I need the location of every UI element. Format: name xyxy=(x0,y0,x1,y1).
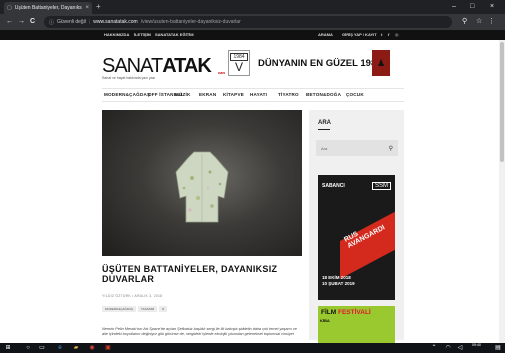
search-icon[interactable]: ⚲ xyxy=(389,145,393,152)
reload-button[interactable]: C xyxy=(30,16,35,28)
exhibition-banner[interactable]: SABANCI SSM RUS AVANGARDI 18 EKİM 2018 10 … xyxy=(318,175,395,300)
search-icon[interactable]: ○ xyxy=(24,344,32,352)
article-title: ÜŞÜTEN BATTANİYELER, DAYANIKSIZ DUVARLAR xyxy=(102,264,278,284)
link-education[interactable]: SANATATAK EĞİTİM xyxy=(155,32,194,38)
star-icon[interactable]: ☆ xyxy=(476,16,482,28)
volume-icon[interactable]: ◁ xyxy=(456,344,464,352)
wifi-icon[interactable]: ◠ xyxy=(444,344,452,352)
site-search-link[interactable]: ARAMA xyxy=(318,32,333,38)
museum-logo: SSM xyxy=(371,182,391,190)
nav-ekran[interactable]: EKRAN xyxy=(199,92,216,98)
address-bar[interactable]: ⓘ Güvenli değil | www.sanatatak.com/view… xyxy=(44,16,452,28)
nav-muzik[interactable]: MÜZİK xyxy=(175,92,191,98)
security-label: Güvenli değil xyxy=(57,19,86,25)
search-icon[interactable]: ⚲ xyxy=(462,16,467,28)
link-contact[interactable]: İLETİŞİM xyxy=(134,32,151,38)
twitter-icon[interactable]: t xyxy=(381,32,382,38)
nav-beton-doga[interactable]: BETON&DOĞA xyxy=(306,92,341,98)
instagram-icon[interactable]: ◎ xyxy=(395,32,399,38)
taskbar-clock[interactable]: 09:40 xyxy=(472,343,481,348)
nav-kitap[interactable]: KİTAPVE xyxy=(223,92,244,98)
article-byline[interactable]: YILDIZ ÖZTÜRK • ARALIK 3, 2018 xyxy=(102,294,162,298)
jacket-artwork xyxy=(175,151,229,223)
nav-tiyatro[interactable]: TİYATRO xyxy=(278,92,299,98)
festival-side-label: KİBA xyxy=(320,318,330,323)
book-cover-icon[interactable]: ♟ xyxy=(372,50,390,76)
search-placeholder: Ara xyxy=(321,145,328,151)
maximize-button[interactable]: □ xyxy=(470,1,474,13)
office-icon[interactable]: ▣ xyxy=(104,344,112,352)
facebook-icon[interactable]: f xyxy=(388,32,389,38)
url-domain: www.sanatatak.com xyxy=(93,19,138,25)
minimize-button[interactable]: – xyxy=(452,1,456,13)
sponsor-logo: SABANCI xyxy=(322,183,345,189)
notification-icon[interactable]: ▤ xyxy=(494,344,502,352)
article-tags: MODERN&ÇAĞDAŞ TASARIM D xyxy=(102,306,168,312)
task-view-icon[interactable]: ▭ xyxy=(38,344,46,352)
page-icon: ▢ xyxy=(7,5,12,11)
ad-logo[interactable]: 1984 V xyxy=(228,50,250,76)
scrollbar-thumb[interactable] xyxy=(500,42,504,162)
system-tray-icons[interactable]: ⌃ xyxy=(430,344,438,352)
sidebar-heading: ARA xyxy=(318,120,331,126)
windows-start-icon[interactable]: ⊞ xyxy=(4,344,12,352)
sidebar-search-input[interactable]: Ara ⚲ xyxy=(316,140,398,156)
site-tagline: Sanat ve hayat hakkında yazı yazı xyxy=(102,76,156,80)
ad-headline[interactable]: DÜNYANIN EN GÜZEL 1984'Ü xyxy=(258,58,391,69)
menu-icon[interactable]: ⋮ xyxy=(488,16,495,28)
close-window-button[interactable]: × xyxy=(490,1,494,13)
tab-close-icon[interactable]: × xyxy=(85,5,89,11)
login-link[interactable]: GİRİŞ YAP / KAYIT xyxy=(342,32,377,38)
tag-item[interactable]: MODERN&ÇAĞDAŞ xyxy=(102,306,137,312)
nav-hayati[interactable]: HAYATI xyxy=(250,92,267,98)
browser-tab[interactable]: ▢ Üşüten Battaniyeler, Dayanıksız × xyxy=(4,2,92,14)
tag-item[interactable]: TASARIM xyxy=(138,306,158,312)
link-about[interactable]: HAKKIMIZDA xyxy=(104,32,129,38)
nav-cocuk[interactable]: ÇOCUK xyxy=(346,92,364,98)
back-button[interactable]: ← xyxy=(6,16,13,28)
edge-icon[interactable]: e xyxy=(56,344,64,352)
site-topbar xyxy=(0,30,505,40)
forward-button[interactable]: → xyxy=(18,16,25,28)
chrome-icon[interactable]: ◉ xyxy=(88,344,96,352)
article-paragraph: Nermin Pelin Merakı'nın Art Space'de açı… xyxy=(102,327,297,336)
site-logo[interactable]: SANATATAK xyxy=(102,56,212,76)
nav-modern[interactable]: MODERN&ÇAĞDAŞ xyxy=(104,92,150,98)
info-icon[interactable]: ⓘ xyxy=(49,19,54,26)
tag-item[interactable]: D xyxy=(159,306,168,312)
new-tab-button[interactable]: + xyxy=(96,2,101,12)
url-path: /view/usuten-battaniyeler-dayaniksiz-duv… xyxy=(140,19,241,25)
ad-brand: can xyxy=(218,70,225,75)
festival-title: FİLM FESTİVALİ xyxy=(321,309,371,316)
banner-dates: 18 EKİM 2018 10 ŞUBAT 2019 xyxy=(322,275,355,286)
folder-icon[interactable]: ▰ xyxy=(72,344,80,352)
ad-v-mark: V xyxy=(234,60,243,74)
tab-title: Üşüten Battaniyeler, Dayanıksız xyxy=(14,5,83,11)
festival-banner[interactable]: FİLM FESTİVALİ KİBA xyxy=(318,306,395,346)
heading-underline xyxy=(318,129,330,130)
